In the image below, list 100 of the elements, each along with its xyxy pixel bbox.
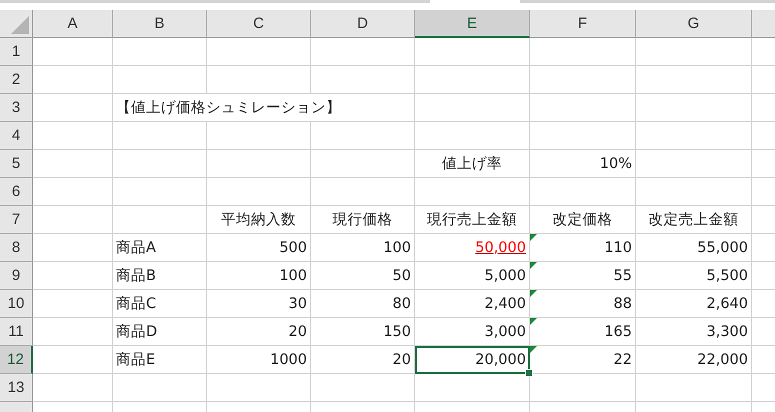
table-cell[interactable]: 20 — [207, 318, 311, 346]
column-header[interactable]: D — [311, 10, 415, 38]
row-header[interactable]: 3 — [0, 94, 33, 122]
table-cell[interactable] — [113, 66, 207, 94]
row-header[interactable]: 12 — [0, 346, 33, 374]
table-cell[interactable] — [311, 38, 415, 66]
table-cell[interactable] — [207, 66, 311, 94]
table-cell[interactable] — [636, 94, 752, 122]
table-cell[interactable]: 1000 — [207, 346, 311, 374]
table-cell[interactable] — [636, 178, 752, 206]
row-header[interactable]: 13 — [0, 374, 33, 402]
table-cell[interactable] — [415, 178, 530, 206]
row-header[interactable]: 2 — [0, 66, 33, 94]
table-cell[interactable]: 20,000 — [415, 346, 530, 374]
error-indicator-icon[interactable] — [530, 290, 537, 297]
table-cell[interactable] — [207, 38, 311, 66]
table-cell[interactable]: 165 — [530, 318, 636, 346]
table-cell[interactable]: 100 — [207, 262, 311, 290]
table-cell[interactable]: 商品A — [113, 234, 207, 262]
row-header[interactable]: 1 — [0, 38, 33, 66]
table-cell[interactable]: 30 — [207, 290, 311, 318]
column-header[interactable]: A — [33, 10, 113, 38]
table-cell[interactable] — [636, 38, 752, 66]
table-cell[interactable] — [33, 290, 113, 318]
table-cell[interactable] — [530, 94, 636, 122]
table-cell[interactable] — [415, 374, 530, 402]
table-cell[interactable] — [530, 374, 636, 402]
table-cell[interactable] — [113, 38, 207, 66]
table-cell[interactable]: 3,000 — [415, 318, 530, 346]
table-cell[interactable] — [113, 374, 207, 402]
table-cell[interactable]: 55,000 — [636, 234, 752, 262]
column-header[interactable]: E — [415, 10, 530, 38]
table-cell[interactable] — [636, 150, 752, 178]
table-cell[interactable]: 100 — [311, 234, 415, 262]
error-indicator-icon[interactable] — [530, 346, 537, 353]
row-header[interactable]: 6 — [0, 178, 33, 206]
table-cell[interactable] — [207, 374, 311, 402]
table-cell[interactable]: 22,000 — [636, 346, 752, 374]
table-cell[interactable]: 改定売上金額 — [636, 206, 752, 234]
table-cell[interactable] — [530, 66, 636, 94]
table-cell[interactable]: 現行売上金額 — [415, 206, 530, 234]
table-cell[interactable] — [311, 178, 415, 206]
table-cell[interactable]: 値上げ率 — [415, 150, 530, 178]
table-cell[interactable] — [415, 94, 530, 122]
table-cell[interactable] — [113, 206, 207, 234]
table-cell[interactable]: 55 — [530, 262, 636, 290]
table-cell[interactable] — [113, 150, 207, 178]
table-cell[interactable] — [33, 262, 113, 290]
table-cell[interactable]: 10% — [530, 150, 636, 178]
table-cell[interactable]: 現行価格 — [311, 206, 415, 234]
table-cell[interactable] — [530, 178, 636, 206]
table-cell[interactable] — [415, 66, 530, 94]
table-cell[interactable]: 110 — [530, 234, 636, 262]
table-cell[interactable] — [311, 122, 415, 150]
error-indicator-icon[interactable] — [530, 318, 537, 325]
table-cell[interactable] — [33, 150, 113, 178]
table-cell[interactable] — [33, 94, 113, 122]
table-cell[interactable]: 80 — [311, 290, 415, 318]
error-indicator-icon[interactable] — [530, 234, 537, 241]
table-cell[interactable] — [113, 122, 207, 150]
table-cell[interactable]: 2,400 — [415, 290, 530, 318]
table-cell[interactable]: 商品D — [113, 318, 207, 346]
table-cell[interactable] — [311, 150, 415, 178]
table-cell[interactable] — [33, 122, 113, 150]
row-header[interactable]: 5 — [0, 150, 33, 178]
select-all-button[interactable] — [0, 10, 33, 38]
table-cell[interactable]: 商品B — [113, 262, 207, 290]
row-header[interactable]: 7 — [0, 206, 33, 234]
table-cell[interactable] — [33, 374, 113, 402]
table-cell[interactable] — [113, 178, 207, 206]
table-cell[interactable]: 2,640 — [636, 290, 752, 318]
table-cell[interactable] — [207, 122, 311, 150]
table-cell[interactable]: 500 — [207, 234, 311, 262]
error-indicator-icon[interactable] — [530, 262, 537, 269]
column-header[interactable]: F — [530, 10, 636, 38]
table-cell[interactable] — [311, 66, 415, 94]
table-cell[interactable] — [530, 122, 636, 150]
column-header[interactable]: G — [636, 10, 752, 38]
row-header[interactable]: 11 — [0, 318, 33, 346]
table-cell[interactable] — [636, 374, 752, 402]
table-cell[interactable]: 20 — [311, 346, 415, 374]
table-cell[interactable] — [207, 150, 311, 178]
table-cell[interactable]: 22 — [530, 346, 636, 374]
table-cell[interactable] — [636, 122, 752, 150]
table-cell[interactable]: 150 — [311, 318, 415, 346]
row-header[interactable]: 8 — [0, 234, 33, 262]
table-cell[interactable]: 88 — [530, 290, 636, 318]
table-cell[interactable]: 改定価格 — [530, 206, 636, 234]
table-cell[interactable]: 50 — [311, 262, 415, 290]
table-cell[interactable] — [33, 178, 113, 206]
column-header[interactable]: B — [113, 10, 207, 38]
table-cell[interactable]: 平均納入数 — [207, 206, 311, 234]
table-cell[interactable] — [415, 38, 530, 66]
table-cell[interactable] — [207, 178, 311, 206]
table-cell[interactable]: 商品E — [113, 346, 207, 374]
row-header[interactable]: 10 — [0, 290, 33, 318]
fill-handle[interactable] — [525, 369, 533, 377]
row-header[interactable]: 9 — [0, 262, 33, 290]
table-cell[interactable] — [33, 234, 113, 262]
table-cell[interactable]: 50,000 — [415, 234, 530, 262]
